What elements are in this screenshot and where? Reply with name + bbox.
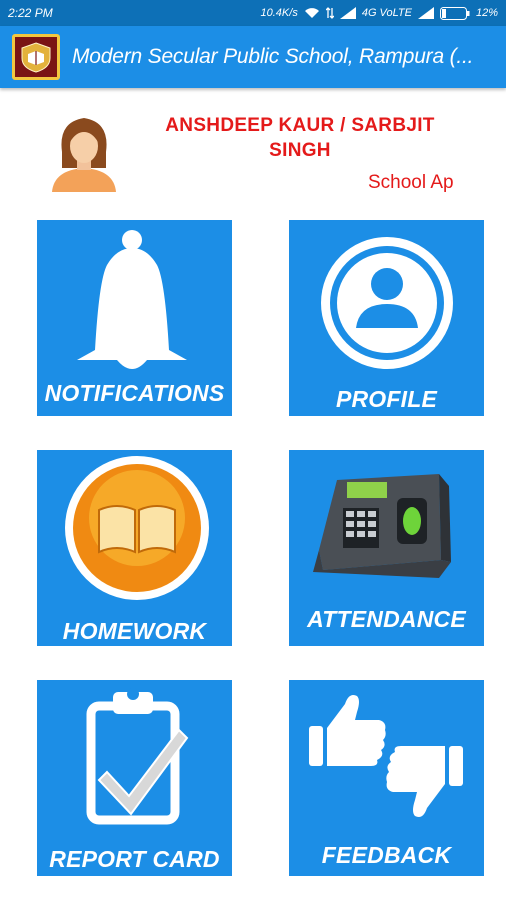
- tile-label-attendance: ATTENDANCE: [307, 606, 466, 632]
- app-bar: Modern Secular Public School, Rampura (.…: [0, 26, 506, 88]
- status-indicators: 10.4K/s 4G VoLTE 12%: [260, 6, 498, 20]
- user-name: ANSHDEEP KAUR / SARBJIT SINGH: [165, 115, 435, 161]
- thumbs-up-down-icon: [309, 695, 463, 817]
- attendance-tile[interactable]: ATTENDANCE: [289, 450, 484, 646]
- profile-tile[interactable]: PROFILE: [289, 220, 484, 416]
- clipboard-check-icon: [86, 688, 189, 825]
- signal-icon: [339, 7, 356, 19]
- homework-tile[interactable]: HOMEWORK: [37, 450, 232, 646]
- battery-icon: [439, 6, 470, 20]
- app-title: Modern Secular Public School, Rampura (.…: [72, 45, 474, 68]
- network-speed: 10.4K/s: [260, 7, 298, 19]
- school-crest-icon: [12, 34, 60, 80]
- feedback-tile[interactable]: FEEDBACK: [289, 680, 484, 876]
- bell-icon: [77, 230, 187, 369]
- battery-level: 12%: [475, 7, 498, 19]
- biometric-machine-icon: [313, 474, 451, 578]
- profile-icon: [321, 237, 453, 369]
- wifi-icon: [304, 7, 320, 19]
- user-subtitle: School Ap: [368, 172, 454, 193]
- tile-label-feedback: FEEDBACK: [321, 842, 452, 868]
- tile-label-report-card: REPORT CARD: [49, 846, 220, 872]
- tile-label-profile: PROFILE: [335, 386, 438, 412]
- data-arrows-icon: [325, 7, 334, 19]
- book-icon: [65, 456, 209, 600]
- tile-label-notifications: NOTIFICATIONS: [44, 380, 225, 406]
- signal-icon: [417, 7, 434, 19]
- female-avatar-icon: [48, 112, 120, 192]
- report-card-tile[interactable]: REPORT CARD: [37, 680, 232, 876]
- notifications-tile[interactable]: NOTIFICATIONS: [37, 220, 232, 416]
- status-time: 2:22 PM: [8, 6, 53, 20]
- status-bar: 2:22 PM 10.4K/s 4G VoLTE 12%: [0, 0, 506, 26]
- tile-label-homework: HOMEWORK: [62, 618, 207, 644]
- network-type: 4G VoLTE: [361, 7, 412, 19]
